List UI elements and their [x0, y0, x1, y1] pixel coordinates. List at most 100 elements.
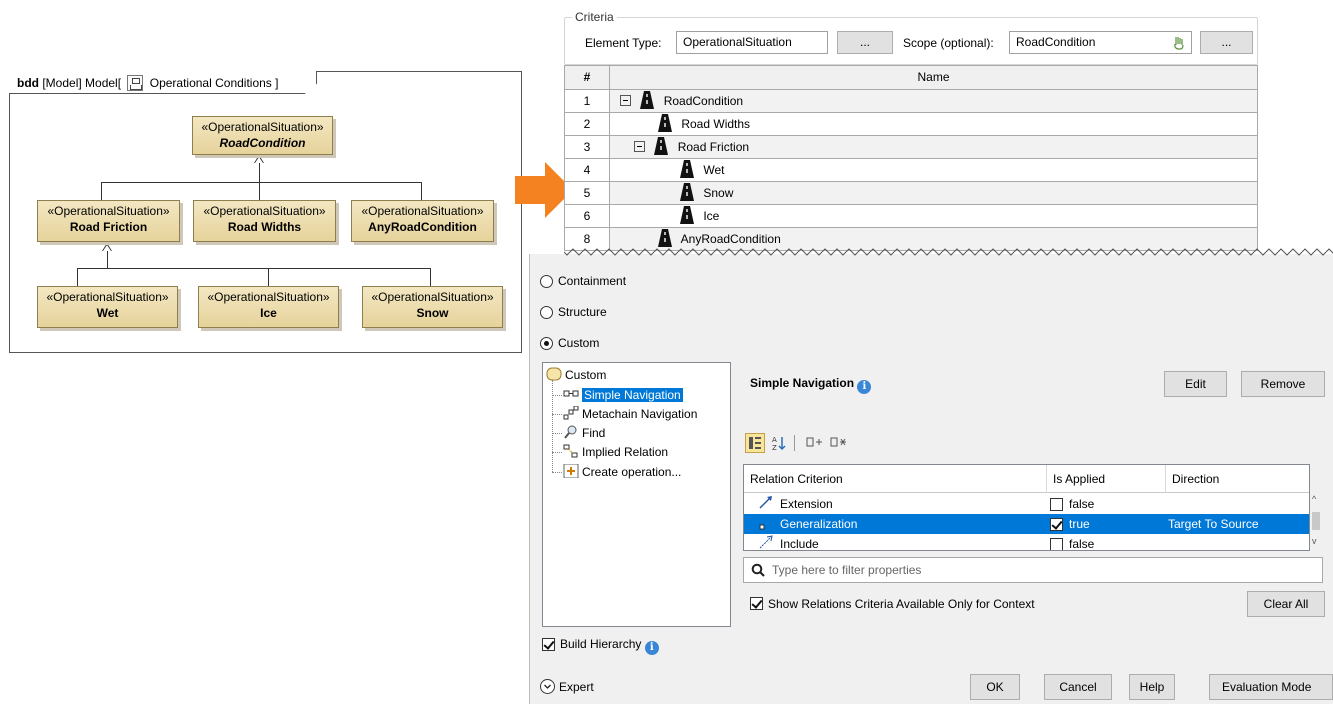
tree-item-metachain-navigation[interactable]: Metachain Navigation [563, 405, 697, 423]
table-row[interactable]: 6 Ice [564, 205, 1258, 228]
col-direction[interactable]: Direction [1166, 465, 1309, 493]
block-snow[interactable]: «OperationalSituation» Snow [362, 286, 503, 328]
criterion-name: Include [780, 537, 819, 551]
block-wet[interactable]: «OperationalSituation» Wet [37, 286, 178, 328]
direction-value[interactable]: Target To Source [1168, 514, 1259, 534]
filter-placeholder: Type here to filter properties [772, 563, 922, 577]
containment-radio[interactable] [540, 275, 553, 288]
bdd-tab-name: Operational Conditions ] [149, 76, 279, 90]
tree-guide [552, 452, 562, 453]
scroll-down-icon[interactable]: v [1312, 536, 1317, 546]
tree-label: Create operation... [582, 465, 682, 479]
tree-guide [552, 380, 553, 472]
info-icon[interactable]: i [644, 641, 659, 655]
table-row[interactable]: Generalization true Target To Source [744, 514, 1309, 534]
applied-value: true [1069, 517, 1090, 531]
expert-label[interactable]: Expert [559, 680, 594, 694]
criteria-legend: Criteria [572, 10, 617, 24]
col-number-header[interactable]: # [565, 66, 610, 89]
generalization-arrowhead [102, 243, 112, 251]
tree-label: Custom [565, 368, 607, 382]
applied-checkbox[interactable] [1050, 538, 1063, 550]
structure-label: Structure [558, 305, 607, 319]
block-name: RoadCondition [219, 136, 306, 150]
row-number: 1 [565, 90, 610, 112]
scope-browse-button[interactable]: ... [1200, 31, 1253, 54]
stereotype-label: «OperationalSituation» [203, 204, 326, 218]
table-row[interactable]: 4 Wet [564, 159, 1258, 182]
table-row[interactable]: Extension false [744, 494, 1309, 514]
col-relation-criterion[interactable]: Relation Criterion [744, 465, 1047, 493]
table-row[interactable]: Include false [744, 534, 1309, 551]
applied-value: false [1069, 497, 1095, 511]
gen-line [77, 268, 430, 269]
table-row[interactable]: 1 RoadCondition [564, 90, 1258, 113]
col-name-header[interactable]: Name [610, 66, 1257, 89]
custom-radio[interactable] [540, 337, 553, 350]
row-number: 8 [565, 228, 610, 250]
remove-button[interactable]: Remove [1241, 371, 1325, 397]
custom-label: Custom [558, 336, 600, 350]
collapse-icon[interactable] [634, 141, 645, 152]
block-road-friction[interactable]: «OperationalSituation» Road Friction [37, 200, 180, 242]
categorized-view-icon[interactable] [745, 433, 765, 453]
block-name: AnyRoadCondition [368, 220, 477, 234]
collapse-icon[interactable] [620, 95, 631, 106]
stereotype-label: «OperationalSituation» [47, 204, 170, 218]
stereotype-label: «OperationalSituation» [361, 204, 484, 218]
generalization-arrowhead [254, 155, 264, 163]
scroll-up-icon[interactable]: ^ [1312, 494, 1316, 504]
build-hierarchy-checkbox[interactable] [542, 638, 555, 651]
info-icon[interactable]: i [857, 380, 872, 394]
expand-all-icon[interactable] [804, 433, 824, 453]
row-name: AnyRoadCondition [680, 232, 781, 246]
tree-item-custom[interactable]: Custom [546, 366, 606, 384]
svg-text:A: A [772, 436, 777, 444]
collapse-all-icon[interactable] [828, 433, 848, 453]
tree-label: Metachain Navigation [582, 407, 698, 421]
gen-line [77, 268, 78, 286]
scroll-thumb[interactable] [1312, 512, 1320, 530]
tree-guide [552, 414, 562, 415]
filter-properties-input[interactable]: Type here to filter properties [743, 557, 1323, 583]
expert-expand-icon[interactable] [540, 679, 555, 694]
road-icon [658, 114, 672, 132]
applied-checkbox[interactable] [1050, 518, 1063, 531]
sort-az-icon[interactable]: AZ [769, 433, 789, 453]
block-road-widths[interactable]: «OperationalSituation» Road Widths [193, 200, 336, 242]
ok-button[interactable]: OK [970, 674, 1020, 700]
table-row[interactable]: 2 Road Widths [564, 113, 1258, 136]
containment-label: Containment [558, 274, 627, 288]
edit-button[interactable]: Edit [1164, 371, 1227, 397]
row-name: Wet [703, 163, 725, 177]
element-type-browse-button[interactable]: ... [837, 31, 893, 54]
structure-radio[interactable] [540, 306, 553, 319]
evaluation-mode-button[interactable]: Evaluation Mode [1209, 674, 1333, 700]
scope-pick-icon[interactable] [1172, 35, 1186, 51]
scope-field[interactable]: RoadCondition [1009, 31, 1192, 54]
applied-checkbox[interactable] [1050, 498, 1063, 511]
results-table-header: # Name [564, 65, 1258, 90]
gen-line [101, 182, 102, 200]
extension-icon [758, 494, 774, 514]
tree-item-find[interactable]: Find [563, 424, 605, 442]
relation-table-scrollbar[interactable]: ^ v [1310, 492, 1322, 550]
context-only-label: Show Relations Criteria Available Only f… [768, 597, 1035, 611]
cancel-button[interactable]: Cancel [1044, 674, 1112, 700]
applied-value: false [1069, 537, 1095, 551]
clear-all-button[interactable]: Clear All [1247, 591, 1325, 617]
tree-item-create-operation[interactable]: Create operation... [563, 463, 681, 481]
element-type-field[interactable]: OperationalSituation [676, 31, 828, 54]
tree-item-implied-relation[interactable]: Implied Relation [563, 443, 668, 461]
col-is-applied[interactable]: Is Applied [1047, 465, 1166, 493]
block-road-condition[interactable]: «OperationalSituation» RoadCondition [192, 116, 333, 155]
context-only-checkbox[interactable] [750, 597, 763, 610]
help-button[interactable]: Help [1129, 674, 1175, 700]
block-any-road-condition[interactable]: «OperationalSituation» AnyRoadCondition [351, 200, 494, 242]
table-row[interactable]: 5 Snow [564, 182, 1258, 205]
road-icon [680, 206, 694, 224]
table-row[interactable]: 3 Road Friction [564, 136, 1258, 159]
tree-item-simple-navigation[interactable]: Simple Navigation [563, 386, 683, 404]
criterion-name: Extension [780, 497, 833, 511]
block-ice[interactable]: «OperationalSituation» Ice [198, 286, 339, 328]
